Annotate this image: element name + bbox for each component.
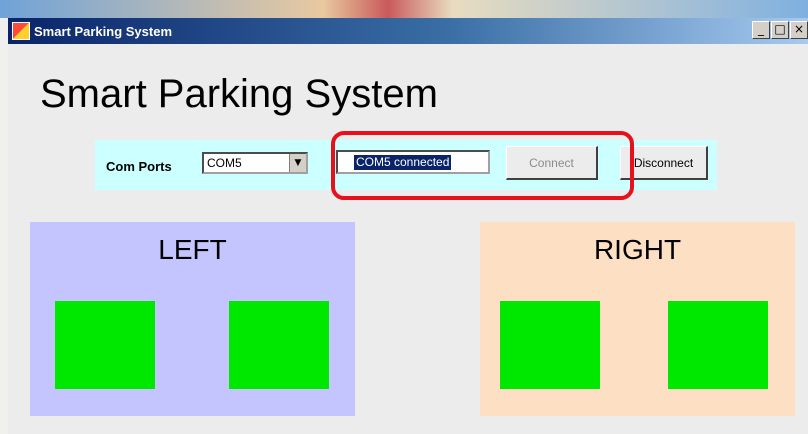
desktop-background-strip bbox=[0, 0, 808, 18]
disconnect-button[interactable]: Disconnect bbox=[620, 146, 708, 180]
window-titlebar[interactable]: Smart Parking System _ □ × bbox=[8, 18, 808, 44]
com-port-select[interactable]: COM5 ▼ bbox=[202, 152, 308, 174]
connection-status-field[interactable]: COM5 connected bbox=[336, 150, 490, 174]
maximize-button[interactable]: □ bbox=[771, 21, 789, 39]
left-zone-label: LEFT bbox=[158, 234, 227, 265]
page-title: Smart Parking System bbox=[40, 72, 438, 116]
right-slot-2 bbox=[668, 301, 768, 389]
app-icon bbox=[12, 22, 30, 40]
window-title: Smart Parking System bbox=[34, 23, 173, 39]
window-controls: _ □ × bbox=[752, 21, 808, 39]
close-button[interactable]: × bbox=[790, 21, 808, 39]
chevron-down-icon[interactable]: ▼ bbox=[289, 154, 306, 172]
left-slot-1 bbox=[55, 301, 155, 389]
left-slot-2 bbox=[229, 301, 329, 389]
connect-button[interactable]: Connect bbox=[506, 146, 598, 180]
right-parking-zone: RIGHT bbox=[480, 222, 795, 416]
connection-status-text: COM5 connected bbox=[354, 155, 452, 170]
com-ports-label: Com Ports bbox=[106, 159, 172, 174]
right-zone-label: RIGHT bbox=[593, 234, 682, 265]
com-port-value: COM5 bbox=[207, 156, 242, 170]
right-slot-1 bbox=[500, 301, 600, 389]
left-parking-zone: LEFT bbox=[30, 222, 355, 416]
minimize-button[interactable]: _ bbox=[752, 21, 770, 39]
